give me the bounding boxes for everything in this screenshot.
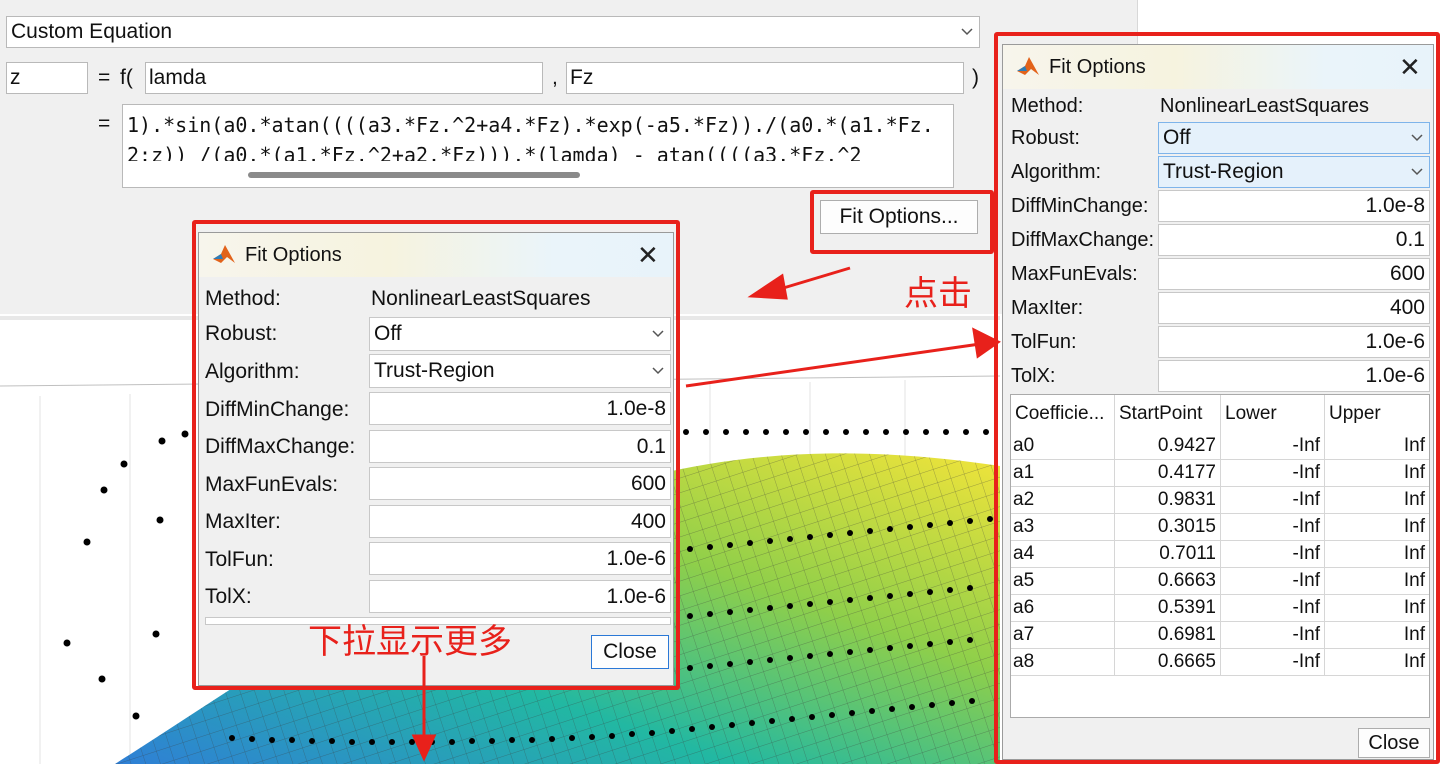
annotation-arrows [411, 266, 1001, 762]
arrow-head [972, 327, 1001, 359]
click-annotation: 点击 [904, 274, 972, 314]
scroll-annotation: 下拉显示更多 [308, 622, 512, 662]
arrow-head [747, 273, 788, 300]
arrow-line [685, 342, 981, 388]
arrow-head [411, 734, 437, 762]
